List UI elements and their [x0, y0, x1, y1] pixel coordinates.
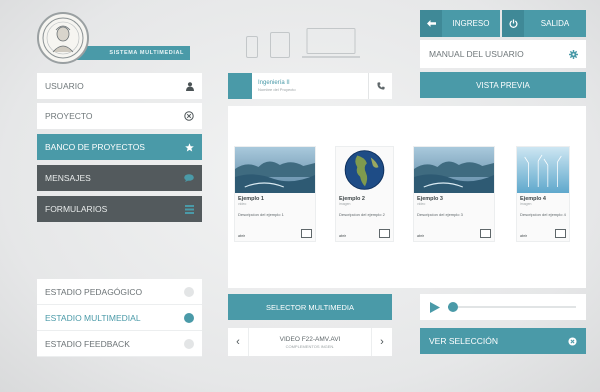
card-open-link[interactable]: abrir — [417, 234, 424, 238]
globe-thumbnail — [336, 147, 393, 193]
card-type: imagen — [339, 202, 351, 206]
card-description: Descripcion del ejemplo 4 — [520, 212, 566, 217]
estadio-feedback-option[interactable]: ESTADIO FEEDBACK — [37, 331, 202, 357]
power-icon — [502, 10, 524, 37]
phone-button[interactable] — [368, 73, 392, 99]
ver-seleccion-button[interactable]: VER SELECCIÓN — [420, 328, 586, 354]
card-type: video — [238, 202, 247, 206]
tablet-icon — [270, 32, 290, 58]
sidebar-item-label: FORMULARIOS — [45, 204, 108, 214]
ocean-wave-thumbnail — [235, 147, 315, 193]
media-player — [420, 294, 586, 320]
card-select-checkbox[interactable] — [301, 229, 312, 238]
university-seal-logo — [37, 12, 89, 64]
sidebar-item-banco-de-proyectos[interactable]: BANCO DE PROYECTOS — [37, 134, 202, 160]
card-type: imagen — [520, 202, 532, 206]
gear-icon — [569, 49, 578, 59]
project-subtitle: Nombre del Proyecto — [258, 87, 296, 92]
sidebar-item-proyecto[interactable]: PROYECTO — [37, 103, 202, 129]
progress-slider[interactable] — [448, 302, 576, 312]
mobile-icon — [246, 36, 258, 58]
chevron-left-icon: ‹ — [236, 336, 240, 348]
card-description: Descripcion del ejemplo 2 — [339, 212, 385, 217]
ver-seleccion-label: VER SELECCIÓN — [429, 336, 498, 346]
estadio-pedagogico-option[interactable]: ESTADIO PEDAGÓGICO — [37, 279, 202, 305]
laptop-icon — [302, 28, 360, 58]
project-selector[interactable]: Ingeniería II Nombre del Proyecto — [228, 73, 392, 99]
project-title: Ingeniería II — [258, 80, 290, 86]
vista-previa-button[interactable]: VISTA PREVIA — [420, 72, 586, 98]
manual-label: MANUAL DEL USUARIO — [429, 49, 524, 59]
chevron-right-icon: › — [380, 336, 384, 348]
card-ejemplo-3[interactable]: Ejemplo 3 video Descripcion del ejemplo … — [413, 146, 495, 242]
estadio-label: ESTADIO FEEDBACK — [45, 338, 130, 349]
sidebar-item-usuario[interactable]: USUARIO — [37, 73, 202, 99]
sidebar-item-label: MENSAJES — [45, 173, 91, 183]
card-open-link[interactable]: abrir — [339, 234, 346, 238]
next-video-button[interactable]: › — [372, 328, 392, 356]
sidebar-item-formularios[interactable]: FORMULARIOS — [37, 196, 202, 222]
play-icon[interactable] — [430, 301, 440, 313]
sidebar-item-mensajes[interactable]: MENSAJES — [37, 165, 202, 191]
ocean-wave-thumbnail — [414, 147, 494, 193]
card-ejemplo-4[interactable]: Ejemplo 4 imagen Descripcion del ejemplo… — [516, 146, 570, 242]
card-select-checkbox[interactable] — [480, 229, 491, 238]
previous-video-button[interactable]: ‹ — [228, 328, 248, 356]
card-open-link[interactable]: abrir — [238, 234, 245, 238]
ingreso-label: INGRESO — [452, 19, 490, 28]
status-dot — [184, 286, 194, 297]
wind-turbines-thumbnail — [517, 147, 569, 193]
close-circle-icon — [184, 111, 194, 121]
back-arrow-icon — [420, 10, 442, 37]
user-icon — [186, 81, 194, 91]
card-ejemplo-2[interactable]: Ejemplo 2 imagen Descripcion del ejemplo… — [335, 146, 394, 242]
sidebar-item-label: USUARIO — [45, 81, 84, 91]
status-dot-active — [184, 312, 194, 323]
video-subtitle: COMPLEMENTOS INGEN. — [285, 343, 335, 349]
progress-handle[interactable] — [448, 302, 459, 312]
video-filename: VIDEO F22-AMV.AVI — [279, 335, 341, 343]
manual-usuario-button[interactable]: MANUAL DEL USUARIO — [420, 40, 586, 68]
star-icon — [185, 142, 194, 152]
card-open-link[interactable]: abrir — [520, 234, 527, 238]
close-circle-icon — [568, 336, 577, 346]
video-navigator: ‹ VIDEO F22-AMV.AVI COMPLEMENTOS INGEN. … — [228, 328, 392, 356]
card-select-checkbox[interactable] — [379, 229, 390, 238]
device-icons — [246, 28, 360, 58]
estadio-label: ESTADIO MULTIMEDIAL — [45, 312, 141, 323]
project-color-square — [228, 73, 252, 99]
card-select-checkbox[interactable] — [555, 229, 566, 238]
card-ejemplo-1[interactable]: Ejemplo 1 video Descripcion del ejemplo … — [234, 146, 316, 242]
estadio-label: ESTADIO PEDAGÓGICO — [45, 286, 143, 297]
sidebar-item-label: BANCO DE PROYECTOS — [45, 142, 145, 152]
vista-previa-label: VISTA PREVIA — [476, 80, 530, 90]
ingreso-button[interactable]: INGRESO — [420, 10, 500, 37]
salida-button[interactable]: SALIDA — [502, 10, 586, 37]
phone-icon — [376, 82, 385, 90]
selector-multimedia-button[interactable]: SELECTOR MULTIMEDIA — [228, 294, 392, 320]
chat-icon — [184, 174, 194, 182]
salida-label: SALIDA — [540, 19, 570, 28]
card-description: Descripcion del ejemplo 3 — [417, 212, 463, 217]
card-type: video — [417, 202, 426, 206]
status-dot — [184, 338, 194, 349]
estadio-multimedial-option[interactable]: ESTADIO MULTIMEDIAL — [37, 305, 202, 331]
list-icon — [185, 204, 194, 214]
sidebar-item-label: PROYECTO — [45, 111, 93, 121]
card-description: Descripcion del ejemplo 1 — [238, 212, 284, 217]
selector-label: SELECTOR MULTIMEDIA — [265, 302, 355, 312]
